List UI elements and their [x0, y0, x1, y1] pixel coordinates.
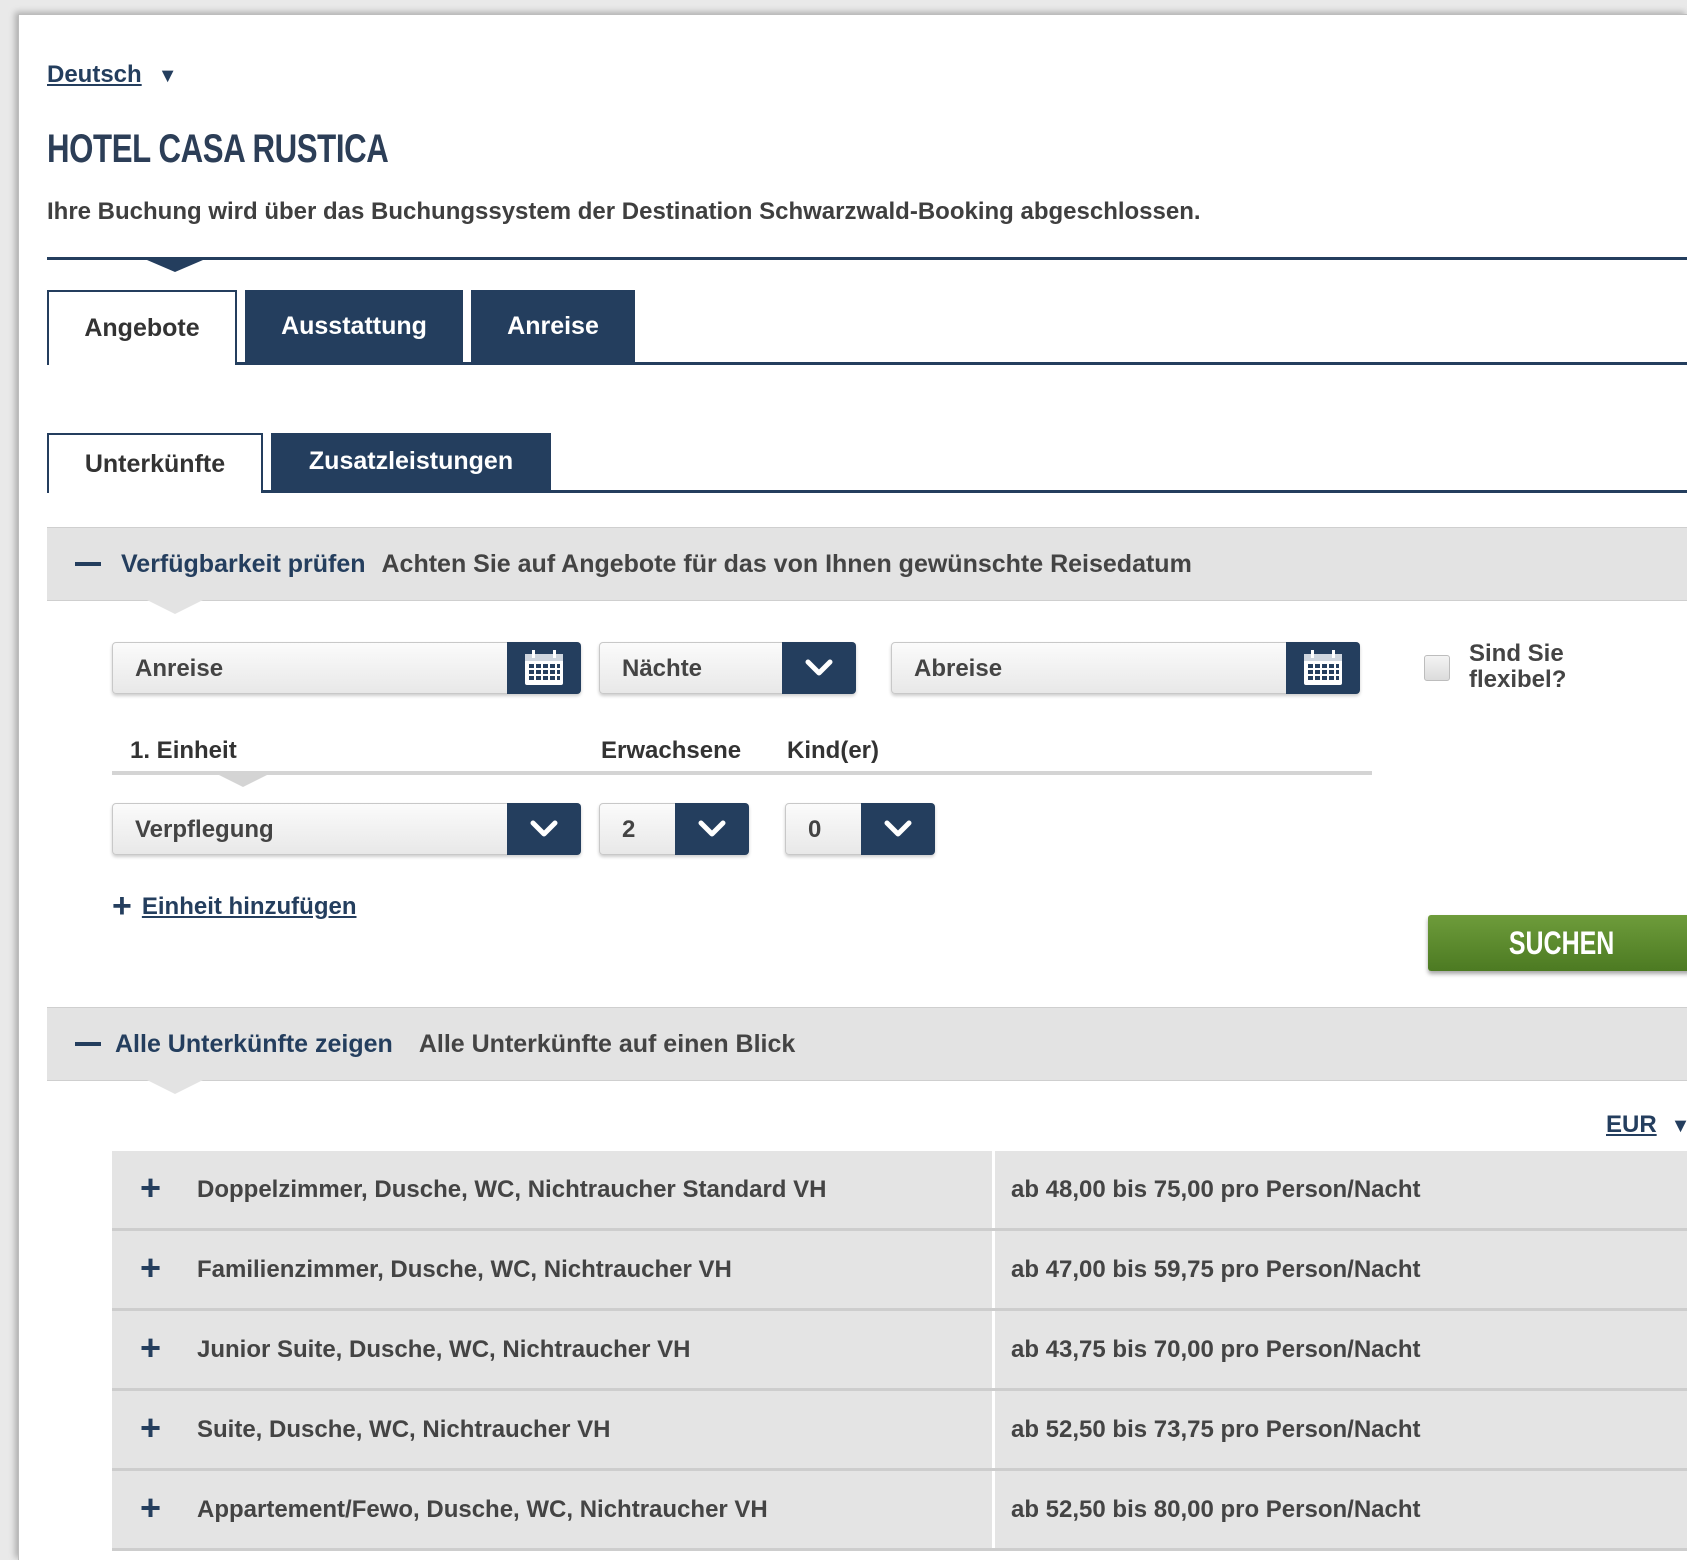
- column-divider: [992, 1231, 995, 1308]
- nights-dropdown-button[interactable]: [782, 642, 856, 694]
- room-price: ab 47,00 bis 59,75 pro Person/Nacht: [1011, 1256, 1421, 1283]
- search-button[interactable]: SUCHEN: [1428, 915, 1687, 971]
- plus-icon[interactable]: +: [140, 1247, 161, 1289]
- currency-link[interactable]: EUR: [1606, 1111, 1657, 1138]
- column-divider: [992, 1311, 995, 1388]
- table-row[interactable]: + Appartement/Fewo, Dusche, WC, Nichtrau…: [112, 1471, 1687, 1551]
- board-dropdown-button[interactable]: [507, 803, 581, 855]
- children-value: 0: [808, 816, 822, 843]
- room-name[interactable]: Doppelzimmer, Dusche, WC, Nichtraucher S…: [197, 1176, 826, 1204]
- language-selector[interactable]: Deutsch ▼: [47, 61, 177, 89]
- table-row[interactable]: + Doppelzimmer, Dusche, WC, Nichtraucher…: [112, 1151, 1687, 1231]
- caret-down-icon[interactable]: ▼: [1671, 1115, 1687, 1137]
- pointer-arrow: [147, 260, 203, 272]
- table-row[interactable]: + Junior Suite, Dusche, WC, Nichtraucher…: [112, 1311, 1687, 1391]
- all-units-header[interactable]: Alle Unterkünfte zeigen Alle Unterkünfte…: [47, 1007, 1687, 1081]
- board-value: Verpflegung: [135, 816, 274, 843]
- search-button-label: SUCHEN: [1508, 924, 1615, 961]
- availability-header[interactable]: Verfügbarkeit prüfen Achten Sie auf Ange…: [47, 527, 1687, 601]
- table-row[interactable]: + Familienzimmer, Dusche, WC, Nichtrauch…: [112, 1231, 1687, 1311]
- nights-value: Nächte: [622, 655, 703, 682]
- room-price: ab 43,75 bis 70,00 pro Person/Nacht: [1011, 1336, 1421, 1363]
- board-select[interactable]: Verpflegung: [112, 803, 581, 855]
- tab-ausstattung[interactable]: Ausstattung: [245, 290, 463, 362]
- nights-select[interactable]: Nächte: [599, 642, 856, 694]
- divider: [47, 257, 1687, 260]
- arrival-date-field[interactable]: Anreise: [112, 642, 581, 694]
- language-link[interactable]: Deutsch: [47, 61, 142, 88]
- adults-value: 2: [622, 816, 636, 843]
- chevron-down-icon: [884, 820, 912, 837]
- room-price: ab 48,00 bis 75,00 pro Person/Nacht: [1011, 1176, 1421, 1203]
- availability-title[interactable]: Verfügbarkeit prüfen: [121, 550, 366, 579]
- flexible-label: Sind Sie flexibel?: [1469, 641, 1566, 693]
- calendar-icon: [525, 650, 563, 685]
- column-divider: [992, 1391, 995, 1468]
- flexible-label-line1: Sind Sie: [1469, 640, 1564, 667]
- children-dropdown-button[interactable]: [861, 803, 935, 855]
- children-select[interactable]: 0: [785, 803, 935, 855]
- departure-placeholder: Abreise: [914, 655, 1003, 682]
- room-name[interactable]: Suite, Dusche, WC, Nichtraucher VH: [197, 1416, 610, 1444]
- table-row[interactable]: + Suite, Dusche, WC, Nichtraucher VH ab …: [112, 1391, 1687, 1471]
- subtab-zusatzleistungen[interactable]: Zusatzleistungen: [271, 433, 551, 490]
- add-unit-link[interactable]: Einheit hinzufügen: [142, 893, 357, 920]
- all-units-description: Alle Unterkünfte auf einen Blick: [418, 1029, 796, 1058]
- departure-date-field[interactable]: Abreise: [891, 642, 1360, 694]
- pointer-arrow: [219, 775, 267, 787]
- arrival-placeholder: Anreise: [135, 655, 224, 682]
- adults-label: Erwachsene: [601, 737, 742, 764]
- flexible-label-line2: flexibel?: [1469, 666, 1567, 693]
- minus-icon[interactable]: [75, 562, 101, 566]
- availability-description: Achten Sie auf Angebote für das von Ihne…: [381, 549, 1192, 578]
- plus-icon[interactable]: +: [112, 887, 132, 925]
- room-name[interactable]: Familienzimmer, Dusche, WC, Nichtraucher…: [197, 1256, 732, 1284]
- children-label: Kind(er): [787, 737, 879, 764]
- pointer-arrow: [147, 600, 203, 614]
- flexible-checkbox[interactable]: [1424, 655, 1450, 681]
- add-unit[interactable]: + Einheit hinzufügen: [112, 887, 357, 926]
- room-price: ab 52,50 bis 80,00 pro Person/Nacht: [1011, 1496, 1421, 1523]
- tab-angebote[interactable]: Angebote: [47, 290, 237, 365]
- arrival-calendar-button[interactable]: [507, 642, 581, 694]
- adults-select[interactable]: 2: [599, 803, 749, 855]
- sub-tabs: Unterkünfte Zusatzleistungen: [47, 433, 1687, 493]
- tab-anreise[interactable]: Anreise: [471, 290, 635, 362]
- plus-icon[interactable]: +: [140, 1167, 161, 1209]
- hotel-title: HOTEL CASA RUSTICA: [47, 127, 389, 171]
- room-name[interactable]: Junior Suite, Dusche, WC, Nichtraucher V…: [197, 1336, 690, 1364]
- booking-note: Ihre Buchung wird über das Buchungssyste…: [47, 198, 1201, 225]
- room-price: ab 52,50 bis 73,75 pro Person/Nacht: [1011, 1416, 1421, 1443]
- chevron-down-icon: [805, 659, 833, 676]
- plus-icon[interactable]: +: [140, 1327, 161, 1369]
- booking-page: Deutsch ▼ HOTEL CASA RUSTICA Ihre Buchung…: [18, 14, 1687, 1560]
- plus-icon[interactable]: +: [140, 1407, 161, 1449]
- plus-icon[interactable]: +: [140, 1487, 161, 1529]
- chevron-down-icon: [530, 820, 558, 837]
- caret-down-icon[interactable]: ▼: [158, 65, 178, 88]
- column-divider: [992, 1471, 995, 1548]
- calendar-icon: [1304, 650, 1342, 685]
- room-name[interactable]: Appartement/Fewo, Dusche, WC, Nichtrauch…: [197, 1496, 768, 1524]
- main-tabs: Angebote Ausstattung Anreise: [47, 290, 1687, 365]
- all-units-title[interactable]: Alle Unterkünfte zeigen: [115, 1030, 393, 1059]
- minus-icon[interactable]: [75, 1042, 101, 1046]
- chevron-down-icon: [698, 820, 726, 837]
- subtab-unterkuenfte[interactable]: Unterkünfte: [47, 433, 263, 493]
- adults-dropdown-button[interactable]: [675, 803, 749, 855]
- departure-calendar-button[interactable]: [1286, 642, 1360, 694]
- unit-label: 1. Einheit: [130, 737, 237, 764]
- currency-selector[interactable]: EUR ▼: [1606, 1111, 1687, 1139]
- unit-divider: [112, 771, 1372, 775]
- pointer-arrow: [147, 1080, 203, 1094]
- column-divider: [992, 1151, 995, 1228]
- room-list: + Doppelzimmer, Dusche, WC, Nichtraucher…: [112, 1151, 1687, 1551]
